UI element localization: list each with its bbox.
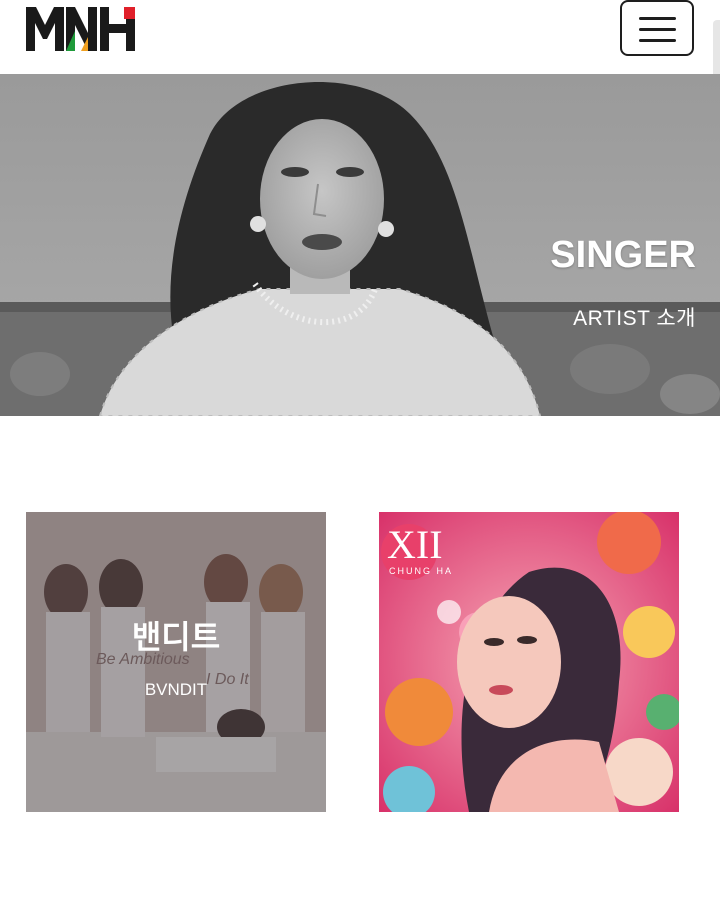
artist-card-bvndit[interactable]: Be Ambitious I Do It 밴디트 BVNDIT <box>26 512 326 812</box>
site-header <box>0 0 720 74</box>
card-overlay <box>26 512 326 812</box>
artist-name: 밴디트 <box>131 618 221 656</box>
chungha-cover-image: XII CHUNG HA <box>379 512 679 812</box>
hero-subtitle: ARTIST 소개 <box>573 307 696 330</box>
chungha-cover-title: XII <box>387 522 443 567</box>
hero-banner: SINGER ARTIST 소개 <box>0 74 720 416</box>
menu-button[interactable] <box>620 0 694 56</box>
chungha-cover-subtitle: CHUNG HA <box>389 566 453 576</box>
mnh-logo[interactable] <box>26 7 136 51</box>
hamburger-menu-icon <box>639 17 676 20</box>
hamburger-menu-icon-line <box>639 28 676 31</box>
artist-sub: BVNDIT <box>144 680 208 699</box>
hero-title: SINGER <box>550 234 696 276</box>
artist-card-chungha[interactable]: XII CHUNG HA <box>379 512 679 812</box>
hamburger-menu-icon-line <box>639 39 676 42</box>
